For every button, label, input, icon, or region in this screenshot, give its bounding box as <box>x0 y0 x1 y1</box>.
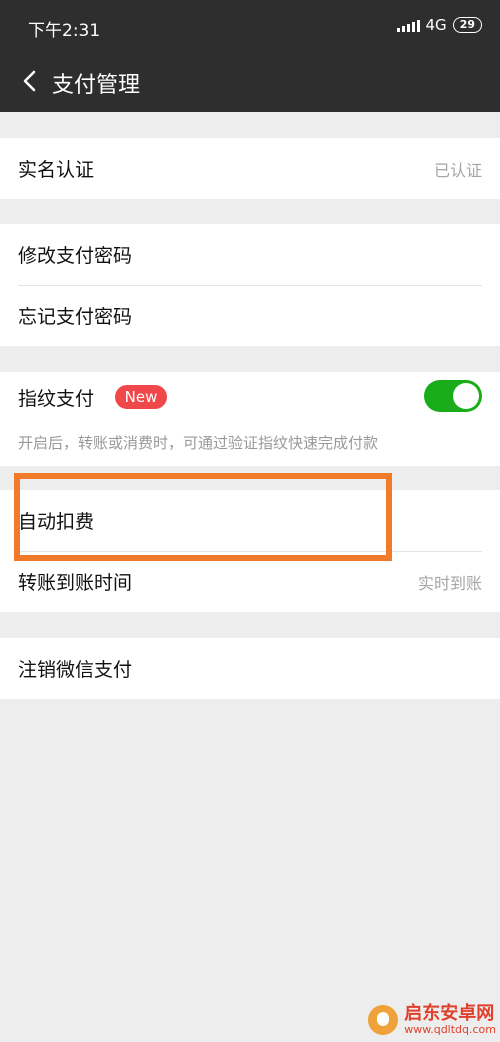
battery-icon: 29 <box>452 17 482 33</box>
identity-status: 已认证 <box>433 160 482 180</box>
transfer-time-value: 实时到账 <box>417 573 482 593</box>
toggle-knob <box>453 383 479 409</box>
signal-icon <box>396 18 420 32</box>
cancel-group: 注销微信支付 <box>0 638 500 699</box>
identity-group: 实名认证 已认证 <box>0 138 500 199</box>
fingerprint-label: 指纹支付 <box>18 387 95 410</box>
watermark-logo-icon <box>368 1005 399 1036</box>
fingerprint-toggle[interactable] <box>424 380 482 412</box>
cancel-pay-label: 注销微信支付 <box>18 659 133 681</box>
identity-label: 实名认证 <box>18 159 95 181</box>
change-password-row[interactable]: 修改支付密码 <box>0 224 500 285</box>
watermark-title: 启东安卓网 <box>404 1003 495 1025</box>
new-badge: New <box>115 385 167 409</box>
cancel-pay-row[interactable]: 注销微信支付 <box>0 638 500 699</box>
page-title: 支付管理 <box>52 73 141 98</box>
battery-level: 29 <box>459 18 475 31</box>
identity-row[interactable]: 实名认证 已认证 <box>0 138 500 199</box>
forgot-password-label: 忘记支付密码 <box>18 306 133 328</box>
back-icon[interactable] <box>16 66 46 96</box>
top-bar: 下午2:31 4G 29 支付管理 <box>0 0 500 112</box>
watermark: 启东安卓网 www.qdltdq.com <box>368 1004 496 1036</box>
forgot-password-row[interactable]: 忘记支付密码 <box>0 285 500 346</box>
fingerprint-hint: 开启后，转账或消费时，可通过验证指纹快速完成付款 <box>18 434 379 452</box>
change-password-label: 修改支付密码 <box>18 245 133 267</box>
highlight-box <box>14 473 392 561</box>
status-time: 下午2:31 <box>28 21 101 41</box>
watermark-text: 启东安卓网 www.qdltdq.com <box>404 1004 496 1036</box>
network-label: 4G <box>425 16 447 34</box>
transfer-time-label: 转账到账时间 <box>18 572 133 594</box>
password-group: 修改支付密码 忘记支付密码 <box>0 224 500 346</box>
watermark-url: www.qdltdq.com <box>404 1022 496 1036</box>
status-indicators: 4G 29 <box>396 16 482 34</box>
